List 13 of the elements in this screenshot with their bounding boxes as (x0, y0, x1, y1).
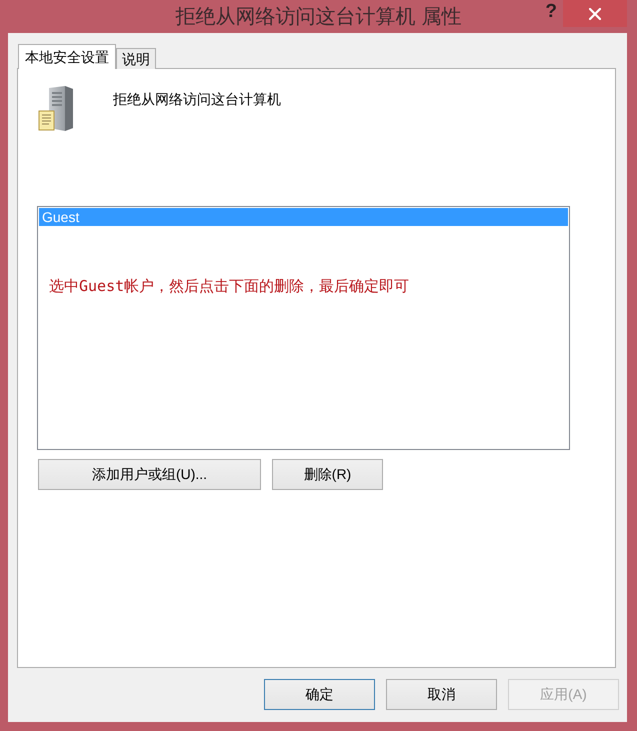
close-icon (589, 8, 601, 20)
annotation-text: 选中Guest帐户，然后点击下面的删除，最后确定即可 (49, 277, 410, 296)
account-list-field[interactable]: Guest 选中Guest帐户，然后点击下面的删除，最后确定即可 (37, 206, 570, 450)
list-action-button[interactable]: 添加用户或组(U)... (38, 459, 261, 490)
tab[interactable]: 本地安全设置 (18, 44, 116, 69)
dialog-button[interactable]: 取消 (386, 679, 497, 710)
list-action-button[interactable]: 删除(R) (272, 459, 383, 490)
dialog-button[interactable]: 确定 (264, 679, 375, 710)
window-title: 拒绝从网络访问这台计算机 属性 (176, 5, 462, 30)
tab[interactable]: 说明 (116, 48, 156, 69)
close-button[interactable] (563, 0, 627, 27)
help-button[interactable]: ? (539, 1, 563, 23)
policy-title: 拒绝从网络访问这台计算机 (113, 91, 281, 109)
